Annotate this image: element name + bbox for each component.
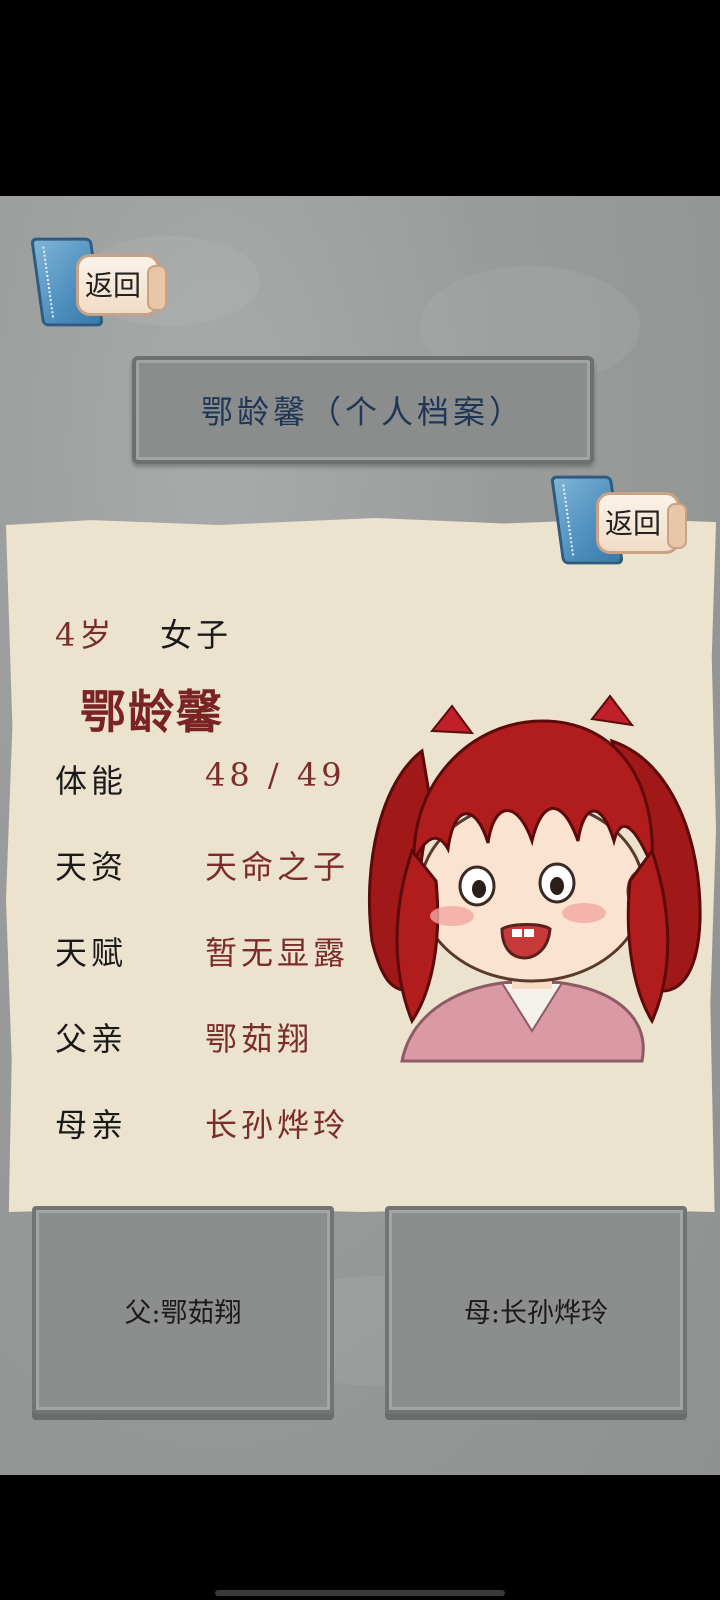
- page-title-box: 鄂龄馨（个人档案）: [132, 356, 594, 464]
- profile-back-button[interactable]: 返回: [550, 472, 687, 572]
- mother-button[interactable]: 母:长孙烨玲: [385, 1206, 687, 1414]
- father-label: 父亲: [55, 1020, 128, 1058]
- back-button-label: 返回: [84, 269, 141, 302]
- father-button[interactable]: 父:鄂茹翔: [32, 1206, 334, 1414]
- system-navigation-bar: [0, 1475, 720, 1600]
- stamina-value: 48 / 49: [205, 756, 346, 794]
- page-title: 鄂龄馨（个人档案）: [200, 393, 525, 431]
- mother-label: 母亲: [55, 1106, 128, 1144]
- back-button[interactable]: 返回: [30, 234, 167, 334]
- age-text: 4岁: [55, 616, 116, 654]
- back-button-label: 返回: [604, 507, 661, 540]
- mother-button-label: 母:长孙烨玲: [463, 1297, 609, 1329]
- aptitude-value: 天命之子: [205, 848, 350, 886]
- father-value: 鄂茹翔: [205, 1020, 314, 1058]
- girl-portrait: [368, 694, 702, 1063]
- system-status-bar: [0, 0, 720, 196]
- mother-value: 长孙烨玲: [205, 1106, 350, 1144]
- father-button-label: 父:鄂茹翔: [124, 1297, 242, 1329]
- profile-screen: 返回 鄂龄馨（个人档案） 返回 4岁 女子 鄂龄馨 体能 48 / 49 天资 …: [0, 196, 720, 1475]
- gender-text: 女子: [160, 616, 233, 654]
- character-name: 鄂龄馨: [80, 685, 224, 739]
- talent-value: 暂无显露: [205, 934, 350, 972]
- talent-label: 天赋: [55, 934, 128, 972]
- stamina-label: 体能: [55, 762, 128, 800]
- home-indicator[interactable]: [215, 1590, 505, 1596]
- aptitude-label: 天资: [55, 848, 128, 886]
